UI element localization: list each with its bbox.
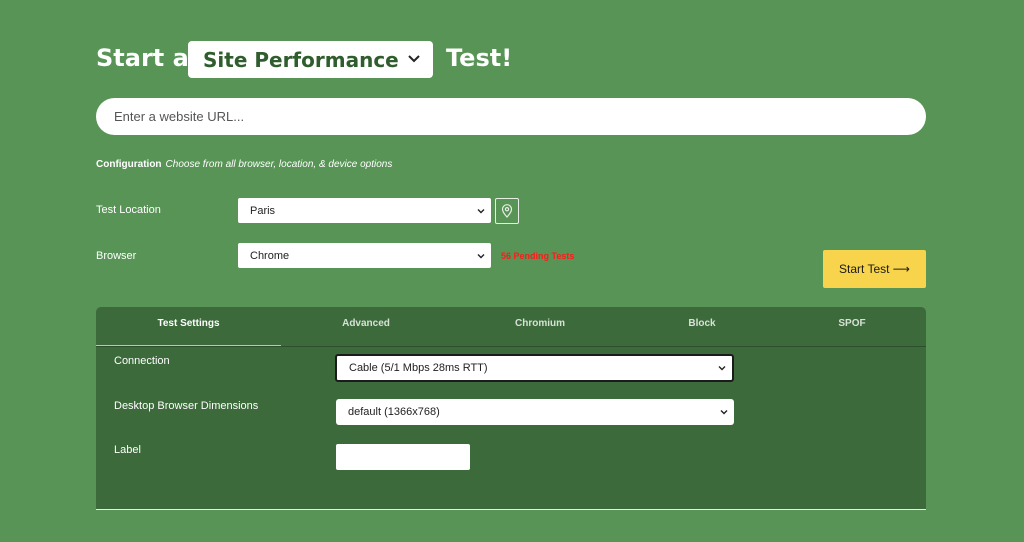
header-suffix: Test! — [446, 44, 513, 72]
configuration-title: Configuration — [96, 159, 162, 170]
map-pin-button[interactable] — [495, 198, 519, 224]
chevron-down-icon — [477, 208, 485, 213]
tab-chromium[interactable]: Chromium — [470, 307, 610, 345]
tab-block[interactable]: Block — [632, 307, 772, 345]
label-input[interactable] — [336, 444, 470, 470]
pending-tests-count: 56 Pending Tests — [501, 251, 575, 261]
test-type-value: Site Performance — [203, 47, 399, 72]
test-location-label: Test Location — [96, 204, 161, 216]
label-field-label: Label — [114, 444, 141, 456]
header-prefix: Start a — [96, 44, 189, 72]
test-location-select[interactable]: Paris — [238, 198, 491, 223]
tab-advanced[interactable]: Advanced — [296, 307, 436, 345]
settings-tabs: Test Settings Advanced Chromium Block SP… — [96, 307, 926, 347]
map-pin-icon — [501, 204, 513, 218]
tab-spof[interactable]: SPOF — [782, 307, 922, 345]
configuration-hint: Choose from all browser, location, & dev… — [165, 159, 393, 170]
start-test-label: Start Test ⟶ — [838, 262, 910, 276]
connection-select[interactable]: Cable (5/1 Mbps 28ms RTT) — [335, 354, 734, 382]
browser-value: Chrome — [250, 249, 290, 262]
test-type-select[interactable]: Site Performance — [188, 41, 433, 78]
browser-select[interactable]: Chrome — [238, 243, 491, 268]
url-input[interactable] — [96, 98, 926, 135]
start-test-button[interactable]: Start Test ⟶ — [823, 250, 926, 288]
tab-test-settings[interactable]: Test Settings — [96, 307, 281, 346]
chevron-down-icon — [718, 366, 726, 371]
dimensions-select[interactable]: default (1366x768) — [336, 399, 734, 425]
dimensions-value: default (1366x768) — [348, 406, 440, 418]
connection-value: Cable (5/1 Mbps 28ms RTT) — [349, 362, 488, 374]
dimensions-label: Desktop Browser Dimensions — [114, 400, 259, 412]
browser-label: Browser — [96, 250, 137, 262]
test-location-value: Paris — [250, 204, 276, 217]
chevron-down-icon — [477, 253, 485, 258]
connection-label: Connection — [114, 355, 170, 367]
chevron-down-icon — [720, 410, 728, 415]
configuration-line: Configuration Choose from all browser, lo… — [96, 159, 392, 170]
chevron-down-icon — [408, 55, 420, 63]
